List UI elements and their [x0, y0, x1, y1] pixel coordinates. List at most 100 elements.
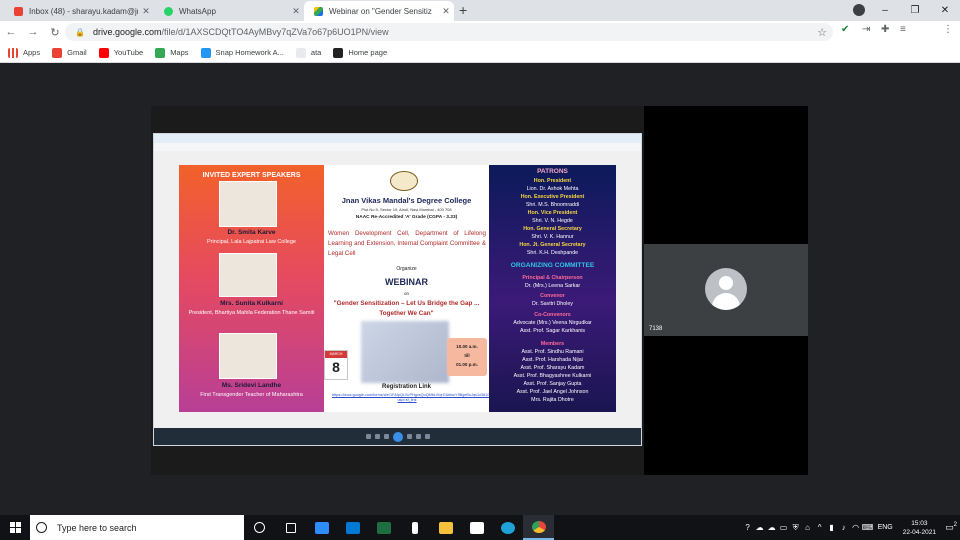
- excel-icon[interactable]: [368, 515, 399, 540]
- committee-name: Mrs. Rajita Dhotre: [531, 397, 574, 403]
- speaker-desc: First Transgender Teacher of Maharashtra: [200, 392, 303, 398]
- bookmark-apps[interactable]: Apps: [8, 47, 40, 58]
- speaker-name: Dr. Smita Karve: [227, 229, 276, 236]
- wifi-icon[interactable]: ◠: [850, 523, 862, 532]
- address-path: /file/d/1AXSCDQtTO4AyMBvy7qZVa7o67p6UO1P…: [161, 27, 389, 37]
- tab-gmail[interactable]: Inbox (48) - sharayu.kadam@jna ✕: [4, 1, 154, 21]
- tab-strip: Inbox (48) - sharayu.kadam@jna ✕ WhatsAp…: [0, 0, 960, 21]
- bookmark-snap-homework[interactable]: Snap Homework A...: [200, 47, 284, 58]
- avatar-head: [719, 276, 733, 290]
- close-window-icon[interactable]: ✕: [930, 0, 960, 21]
- notification-count: 2: [953, 522, 957, 528]
- forward-icon[interactable]: →: [22, 26, 44, 38]
- s-app-icon[interactable]: [399, 515, 430, 540]
- bookmark-home-page[interactable]: Home page: [333, 47, 388, 58]
- extension-icon[interactable]: ⇥: [862, 24, 870, 35]
- back-icon[interactable]: ←: [0, 26, 22, 38]
- menu-dots-icon[interactable]: ⋮: [943, 24, 953, 35]
- taskbar-search[interactable]: Type here to search: [30, 515, 244, 540]
- weather-icon[interactable]: ☁: [754, 523, 766, 532]
- monitor-icon[interactable]: ▭: [778, 523, 790, 532]
- naac-grade: NAAC Re-Accredited 'A' Grade (CGPA - 3.3…: [355, 215, 458, 220]
- college-name: Jnan Vikas Mandal's Degree College: [341, 196, 472, 205]
- participant-label: 7138: [649, 326, 663, 332]
- network-icon[interactable]: ⌂: [802, 523, 814, 532]
- cortana-icon[interactable]: [244, 515, 275, 540]
- calendar-month: MARCH: [325, 351, 347, 358]
- user-avatar-icon: [705, 268, 747, 310]
- address-domain: drive.google.com: [92, 27, 162, 37]
- time-from: 10.00 a.m.: [456, 344, 478, 349]
- webinar-topic: "Gender Sensitization – Let Us Bridge th…: [333, 300, 480, 317]
- tab-webinar[interactable]: Webinar on "Gender Sensitiz ✕: [304, 1, 454, 21]
- chevron-up-icon[interactable]: ^: [814, 523, 826, 532]
- organizing-departments: Women Development Cell, Department of Li…: [328, 230, 486, 257]
- notification-icon[interactable]: ▭2: [942, 522, 960, 533]
- bookmark-youtube[interactable]: YouTube: [98, 47, 143, 58]
- speakers-heading: INVITED EXPERT SPEAKERS: [202, 172, 301, 179]
- bookmark-label: Maps: [170, 48, 189, 57]
- cloud-icon[interactable]: ☁: [766, 523, 778, 532]
- calendar-icon: MARCH 8: [324, 350, 348, 380]
- edge-icon[interactable]: [492, 515, 523, 540]
- task-view-icon[interactable]: [275, 515, 306, 540]
- amazon-icon[interactable]: [461, 515, 492, 540]
- fit-icon: [374, 434, 380, 439]
- on-text: on: [403, 291, 409, 296]
- puzzle-extensions-icon[interactable]: ✚: [881, 24, 889, 35]
- file-explorer-icon[interactable]: [430, 515, 461, 540]
- bookmark-label: Home page: [348, 48, 388, 57]
- bookmark-star-icon[interactable]: ☆: [817, 26, 827, 39]
- gmail-icon: [52, 47, 63, 58]
- start-button[interactable]: [0, 515, 30, 540]
- bookmark-maps[interactable]: Maps: [155, 47, 189, 58]
- clock[interactable]: 15:03 22-04-2021: [903, 519, 936, 537]
- next-icon: [406, 434, 412, 439]
- whatsapp-icon: [164, 6, 173, 16]
- media-control-icon[interactable]: ≡: [900, 24, 906, 35]
- zoom-icon[interactable]: [306, 515, 337, 540]
- clock-time: 15:03: [911, 519, 928, 527]
- close-icon[interactable]: ✕: [288, 6, 304, 17]
- event-panel: Jnan Vikas Mandal's Degree College Plot …: [324, 165, 513, 412]
- help-icon[interactable]: ?: [742, 523, 754, 532]
- bookmark-gmail[interactable]: Gmail: [52, 47, 87, 58]
- speaker-photo: [219, 253, 277, 297]
- window-controls: – ❐ ✕: [870, 0, 960, 21]
- speaker-desc: Principal, Lala Lajpatrai Law College: [207, 239, 296, 245]
- event-type: WEBINAR: [385, 277, 428, 287]
- close-icon[interactable]: ✕: [438, 6, 454, 17]
- system-tray: ? ☁ ☁ ▭ ⛨ ⌂ ^ ▮ ♪ ◠ ⌨ ENG 15:03 22-04-202…: [742, 515, 960, 540]
- tab-whatsapp[interactable]: WhatsApp ✕: [154, 1, 304, 21]
- address-bar[interactable]: 🔒 drive.google.com/file/d/1AXSCDQtTO4AyM…: [65, 23, 833, 41]
- college-address: Plot No.9, Sector 19, Airoli, Navi Mumba…: [361, 207, 452, 212]
- bookmarks-bar: Apps Gmail YouTube Maps Snap Homework A.…: [0, 43, 960, 63]
- screen: Inbox (48) - sharayu.kadam@jna ✕ WhatsAp…: [0, 0, 960, 540]
- battery-icon[interactable]: ▮: [826, 523, 838, 532]
- reload-icon[interactable]: ↻: [44, 26, 66, 39]
- volume-icon[interactable]: ♪: [838, 523, 850, 532]
- drive-icon: [314, 6, 323, 16]
- windows-logo-icon: [9, 522, 21, 533]
- mail-icon[interactable]: [337, 515, 368, 540]
- language-indicator[interactable]: ENG: [878, 524, 893, 531]
- tab-search-icon[interactable]: [853, 4, 865, 16]
- committee-name: Asst. Prof. Sagar Karkhanis: [519, 328, 586, 334]
- shield-icon[interactable]: ⛨: [790, 523, 802, 533]
- college-logo-icon: [390, 171, 418, 191]
- page-icon: [295, 47, 306, 58]
- committee-name: Dr. (Mrs.) Leena Sarkar: [524, 283, 581, 289]
- minimize-icon[interactable]: –: [870, 0, 900, 21]
- chrome-icon[interactable]: [523, 515, 554, 540]
- browser-toolbar: ← → ↻ 🔒 drive.google.com/file/d/1AXSCDQt…: [0, 21, 960, 60]
- bookmark-ata[interactable]: ata: [295, 47, 321, 58]
- maximize-icon[interactable]: ❐: [900, 0, 930, 21]
- new-tab-button[interactable]: +: [459, 2, 467, 18]
- avatar-body: [712, 293, 740, 310]
- speaker-desc: President, Bhartiya Mahila Federation Th…: [188, 310, 315, 316]
- apps-grid-icon: [8, 47, 18, 58]
- search-icon: [36, 522, 47, 533]
- close-icon[interactable]: ✕: [138, 6, 154, 17]
- keyboard-icon[interactable]: ⌨: [862, 523, 874, 532]
- checkmark-extension-icon[interactable]: ✔: [841, 24, 849, 35]
